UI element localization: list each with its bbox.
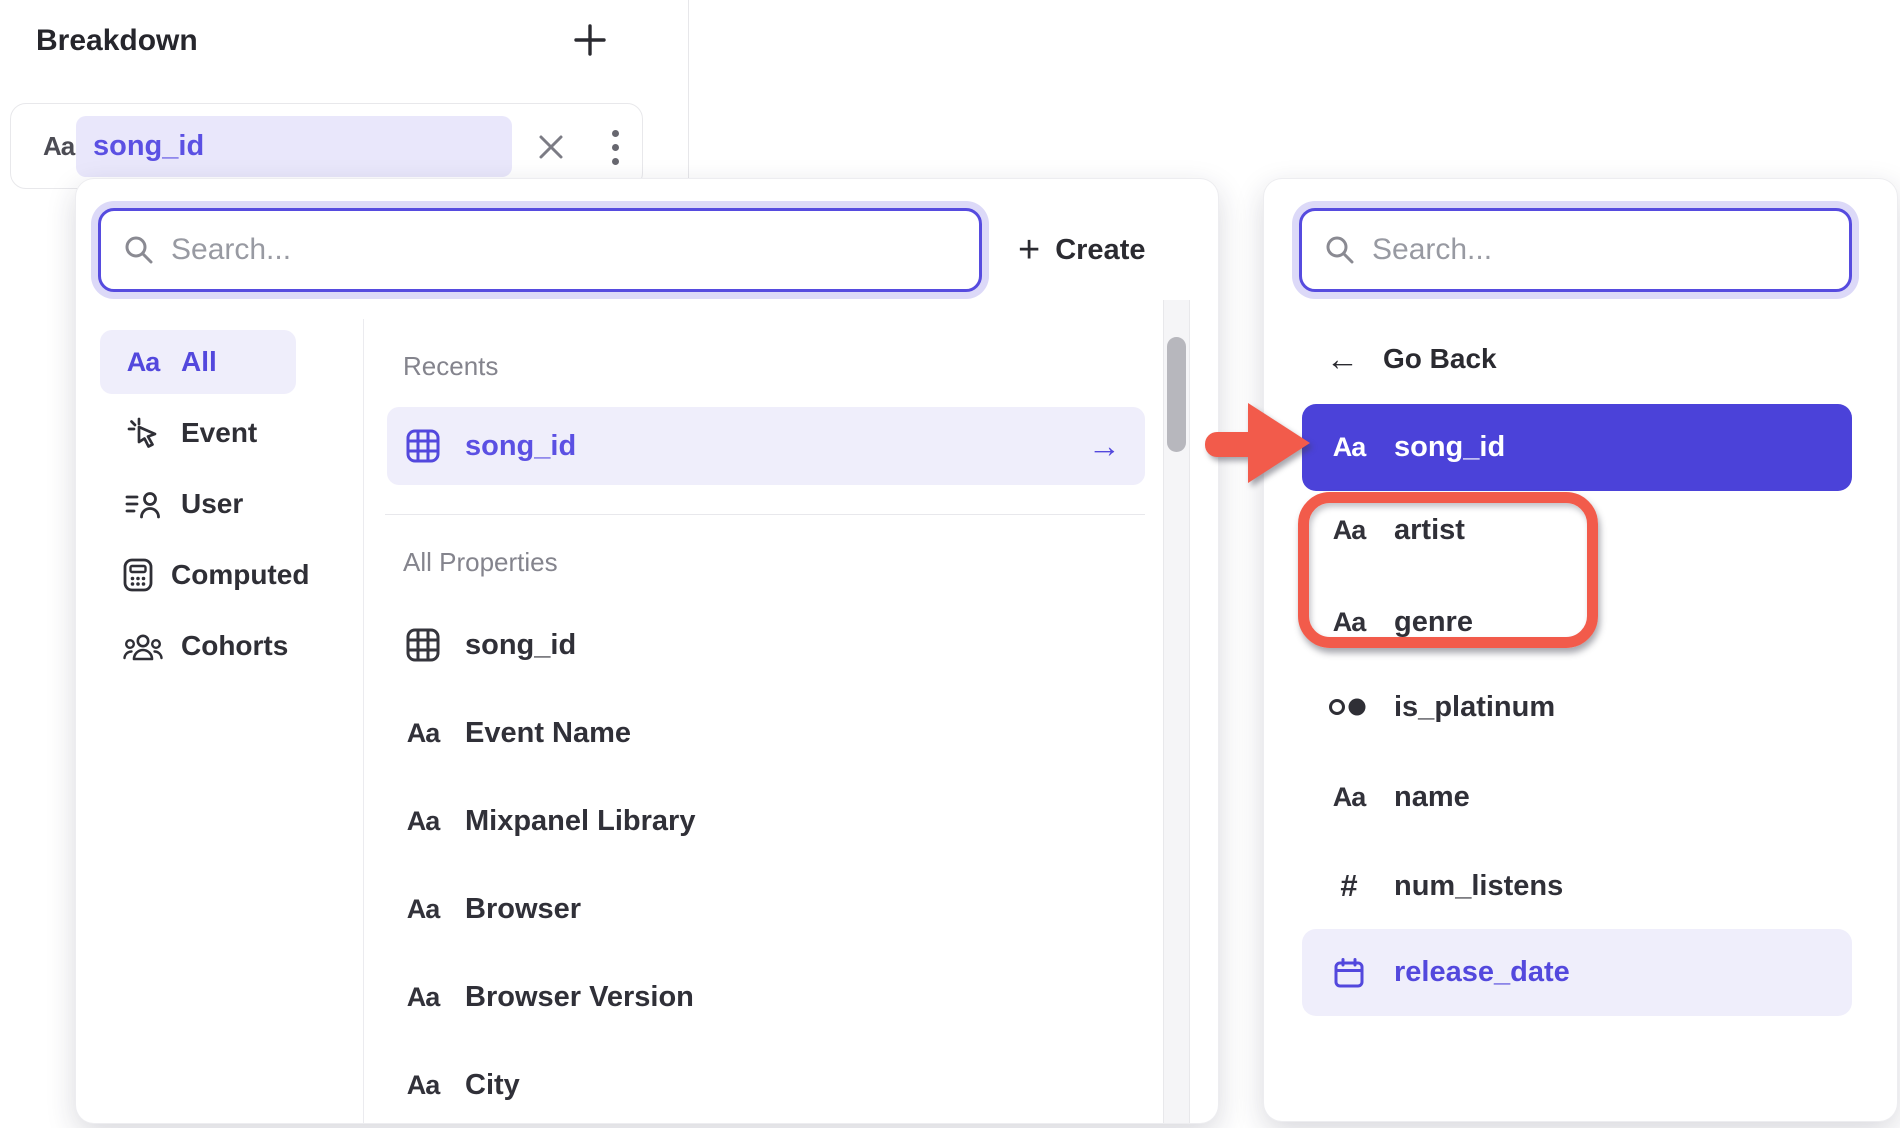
all-properties-section-label: All Properties [403,547,558,578]
text-type-icon: Aa [403,894,443,925]
property-label: artist [1394,514,1465,547]
cohorts-people-icon [122,631,164,661]
create-button[interactable]: + Create [1018,222,1145,278]
category-label: Event [181,417,257,449]
property-label: name [1394,781,1470,814]
text-type-icon: Aa [1326,432,1372,463]
text-type-icon: Aa [403,718,443,749]
property-row-is-platinum[interactable]: is_platinum [1302,663,1852,751]
property-row-release-date[interactable]: release_date [1302,929,1852,1016]
property-label: City [465,1069,520,1102]
search-box [1299,208,1852,292]
property-row-event-name[interactable]: Aa Event Name [387,689,1145,777]
event-click-icon [122,415,164,451]
text-type-icon: Aa [1326,607,1372,638]
property-row-song-id[interactable]: song_id [387,601,1145,689]
category-label: All [181,346,217,378]
property-label: Browser [465,893,581,926]
property-label: is_platinum [1394,691,1555,724]
property-row-name[interactable]: Aa name [1302,753,1852,841]
category-label: Cohorts [181,630,288,662]
category-label: User [181,488,243,520]
arrow-left-icon: ← [1326,340,1359,378]
search-box [98,208,982,292]
category-label: Computed [171,559,309,591]
computed-calculator-icon [122,557,154,593]
property-label: num_listens [1394,870,1563,903]
category-event[interactable]: Event [100,401,296,465]
property-label: release_date [1394,956,1570,989]
property-row-city[interactable]: Aa City [387,1041,1145,1123]
category-cohorts[interactable]: Cohorts [100,614,296,678]
property-label: Browser Version [465,981,694,1014]
number-type-icon: # [1326,868,1372,904]
scrollbar-thumb[interactable] [1167,337,1186,452]
property-values-dropdown: ← Go Back Aa song_id Aa artist Aa genre … [1264,179,1897,1121]
go-back-button[interactable]: ← Go Back [1326,334,1497,384]
breakdown-chip: Aa song_id [10,103,643,189]
boolean-type-icon [1326,695,1372,719]
create-label: Create [1055,234,1145,267]
text-type-icon: Aa [1326,782,1372,813]
table-grid-icon [403,627,443,663]
plus-icon: + [1018,231,1040,269]
property-label: Event Name [465,717,631,750]
plus-icon [570,20,610,60]
section-divider [688,0,689,186]
text-type-icon: Aa [43,131,74,162]
add-breakdown-button[interactable] [570,20,610,60]
search-input[interactable] [1372,233,1827,267]
property-picker-dropdown: + Create Aa All Event [76,179,1218,1123]
property-label: Mixpanel Library [465,805,695,838]
property-row-browser[interactable]: Aa Browser [387,865,1145,953]
category-all[interactable]: Aa All [100,330,296,394]
sidebar-divider [363,319,364,1123]
list-divider [385,514,1145,515]
user-icon [122,489,164,519]
text-type-icon: Aa [403,982,443,1013]
screen: Breakdown Aa song_id + Create [0,0,1900,1128]
search-icon [123,234,155,266]
breakdown-chip-value[interactable]: song_id [76,116,512,177]
property-row-song-id-selected[interactable]: Aa song_id [1302,404,1852,491]
category-user[interactable]: User [100,472,296,536]
text-type-icon: Aa [1326,515,1372,546]
kebab-menu-icon[interactable] [603,126,627,168]
date-calendar-icon [1326,956,1372,990]
property-row-browser-version[interactable]: Aa Browser Version [387,953,1145,1041]
close-icon[interactable] [534,130,568,164]
property-row-artist[interactable]: Aa artist [1302,486,1852,574]
go-back-label: Go Back [1383,343,1497,375]
property-label: genre [1394,606,1473,639]
recent-item-song-id[interactable]: song_id → [387,407,1145,485]
property-row-mixpanel-library[interactable]: Aa Mixpanel Library [387,777,1145,865]
search-input[interactable] [171,233,957,267]
property-row-genre[interactable]: Aa genre [1302,578,1852,666]
property-label: song_id [1394,431,1505,464]
property-label: song_id [465,629,576,662]
text-type-icon: Aa [403,806,443,837]
text-type-icon: Aa [403,1070,443,1101]
drill-in-arrow-icon: → [1088,427,1121,465]
table-grid-icon [403,428,443,464]
search-icon [1324,234,1356,266]
category-computed[interactable]: Computed [100,543,296,607]
property-row-num-listens[interactable]: # num_listens [1302,842,1852,930]
recents-section-label: Recents [403,351,498,382]
recent-item-label: song_id [465,430,576,463]
text-type-icon: Aa [122,347,164,378]
breakdown-section-title: Breakdown [36,24,198,58]
chip-value-label: song_id [93,130,204,163]
